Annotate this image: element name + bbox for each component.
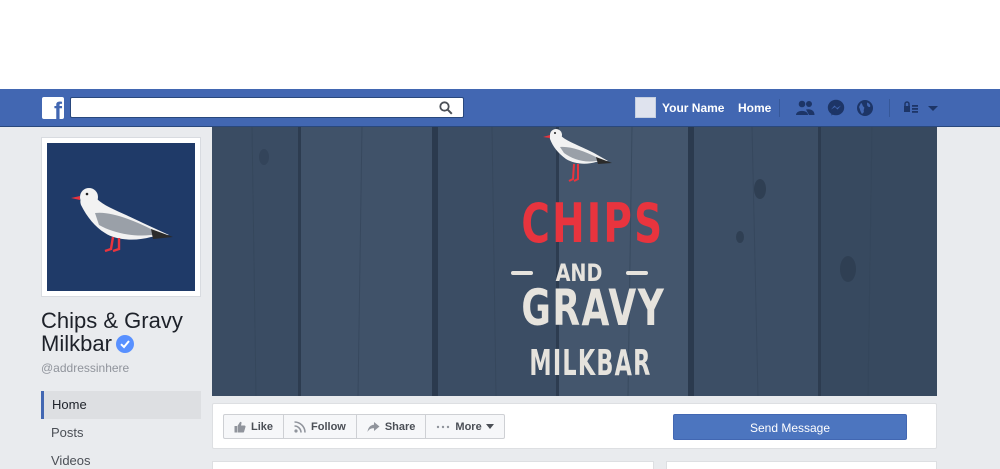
like-button[interactable]: Like — [224, 415, 285, 438]
page-side-navigation: Home Posts Videos — [41, 391, 201, 469]
page-handle[interactable]: @addressinhere — [41, 361, 129, 375]
cover-and-right-dash — [626, 271, 648, 275]
account-menu-caret-icon[interactable] — [926, 99, 940, 117]
sidebar-item-home[interactable]: Home — [41, 391, 201, 419]
profile-picture-seagull-logo[interactable] — [47, 143, 195, 291]
follow-label: Follow — [311, 420, 346, 433]
share-arrow-icon — [367, 421, 380, 433]
like-label: Like — [251, 420, 274, 433]
globe-icon[interactable] — [855, 99, 875, 117]
topbar-divider — [889, 99, 890, 117]
home-link[interactable]: Home — [738, 101, 771, 115]
search-input[interactable] — [71, 98, 431, 117]
page-action-buttons: Like Follow Share More — [223, 414, 505, 439]
cover-title-milkbar: MILKBAR — [529, 343, 652, 384]
topbar-divider — [779, 99, 780, 117]
sidebar-item-posts[interactable]: Posts — [41, 419, 201, 447]
cover-photo[interactable]: CHIPS AND GRAVY MILKBAR — [212, 127, 937, 396]
top-navigation-bar: f Your Name Home — [0, 89, 1000, 127]
more-button[interactable]: More — [426, 415, 503, 438]
user-name-link[interactable]: Your Name — [662, 101, 724, 115]
sidebar-item-videos[interactable]: Videos — [41, 447, 201, 469]
profile-picture-frame[interactable] — [41, 137, 201, 297]
chevron-down-icon — [485, 424, 494, 429]
seagull-icon — [71, 188, 173, 253]
more-label: More — [455, 420, 482, 433]
share-label: Share — [384, 420, 416, 433]
send-message-button[interactable]: Send Message — [673, 414, 907, 440]
cover-title-gravy: GRAVY — [521, 279, 666, 337]
thumbs-up-icon — [234, 421, 246, 433]
page-title: Chips & Gravy Milkbar — [41, 309, 209, 355]
privacy-shortcuts-icon[interactable] — [903, 99, 923, 117]
facebook-logo-icon[interactable]: f — [42, 97, 64, 119]
page-name-text: Chips & Gravy Milkbar — [41, 308, 183, 356]
messenger-icon[interactable] — [826, 99, 846, 117]
cover-title-chips: CHIPS — [521, 192, 665, 255]
verified-badge-icon — [115, 335, 134, 353]
search-icon[interactable] — [439, 101, 453, 115]
user-avatar[interactable] — [635, 97, 656, 118]
search-box[interactable] — [70, 97, 464, 118]
friends-icon[interactable] — [795, 99, 815, 117]
rss-follow-icon — [294, 420, 306, 433]
more-dots-icon — [436, 425, 450, 429]
follow-button[interactable]: Follow — [284, 415, 357, 438]
left-content-card — [212, 461, 654, 469]
share-button[interactable]: Share — [357, 415, 427, 438]
right-content-card — [666, 461, 937, 469]
page-action-bar: Like Follow Share More Send Message — [212, 403, 937, 449]
